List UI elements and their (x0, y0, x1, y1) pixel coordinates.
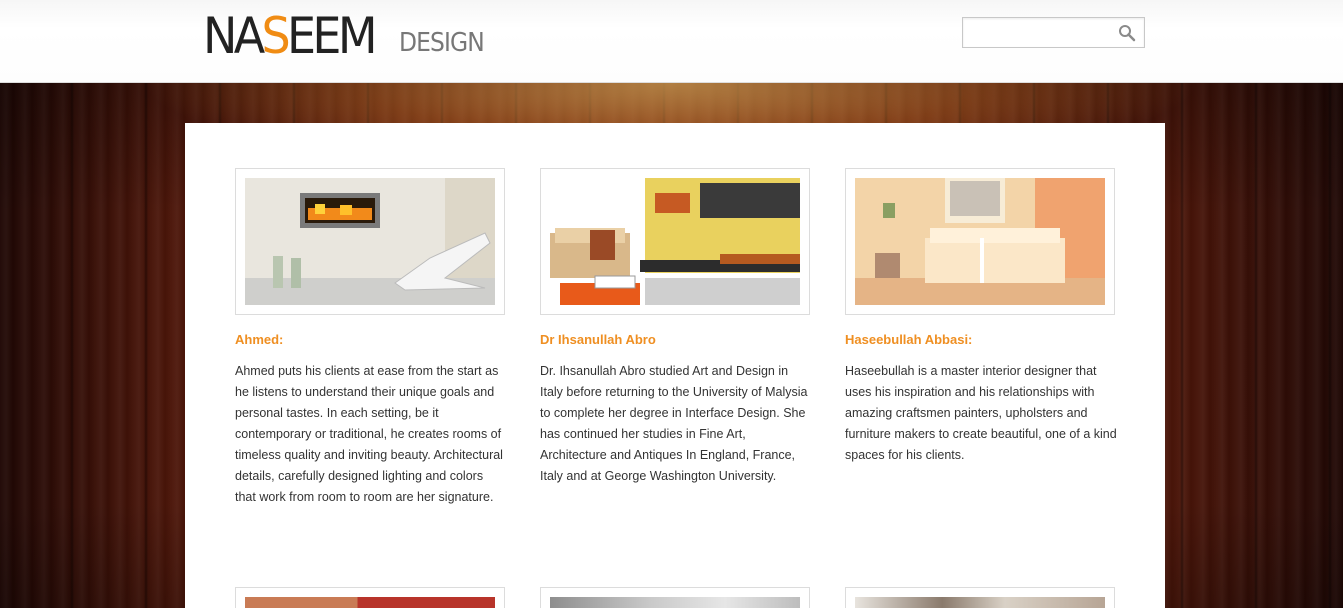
search-icon[interactable] (1118, 24, 1136, 42)
designer-description: Dr. Ihsanullah Abro studied Art and Desi… (540, 364, 808, 483)
designer-photo-frame (845, 587, 1115, 608)
designer-photo-frame (540, 587, 810, 608)
designer-photo-frame (845, 168, 1115, 315)
designer-photo[interactable] (855, 597, 1105, 608)
search-input[interactable] (963, 18, 1113, 47)
designer-photo[interactable] (245, 597, 495, 608)
designer-name[interactable]: Ahmed: (235, 332, 283, 347)
designer-name[interactable]: Dr Ihsanullah Abro (540, 332, 656, 347)
designer-photo[interactable] (550, 597, 800, 608)
logo-subtitle: DESIGN (399, 28, 485, 58)
site-header: NASEEM DESIGN (0, 0, 1343, 83)
modern-lounge-photo[interactable] (550, 178, 800, 305)
site-logo[interactable]: NASEEM DESIGN (203, 6, 485, 66)
designer-name[interactable]: Haseebullah Abbasi: (845, 332, 972, 347)
designer-description: Haseebullah is a master interior designe… (845, 364, 1117, 462)
fireplace-living-room-photo[interactable] (245, 178, 495, 305)
designer-photo-frame (540, 168, 810, 315)
designer-photo-frame (235, 168, 505, 315)
designer-description: Ahmed puts his clients at ease from the … (235, 364, 503, 504)
designer-photo-frame (235, 587, 505, 608)
search-box (962, 17, 1145, 48)
content-panel: Ahmed: Ahmed puts his clients at ease fr… (185, 123, 1165, 608)
logo-wordmark: NASEEM (203, 7, 378, 65)
warm-interior-photo[interactable] (855, 178, 1105, 305)
